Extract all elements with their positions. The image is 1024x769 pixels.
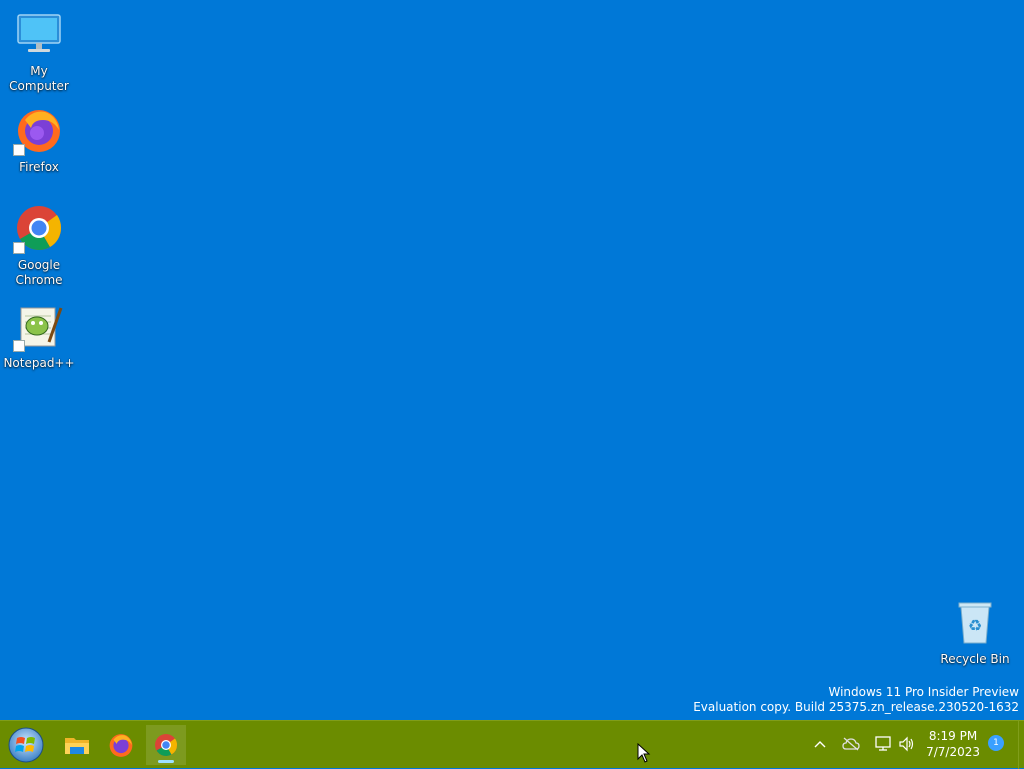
watermark-line-1: Windows 11 Pro Insider Preview [828,685,1019,699]
volume-tray-button[interactable] [897,734,917,754]
cloud-offline-icon [842,737,860,751]
chrome-icon [155,734,178,756]
desktop-icon-label: Google Chrome [15,258,63,287]
onedrive-tray-button[interactable] [841,734,861,754]
file-explorer-icon [65,738,89,754]
chevron-up-icon [814,741,826,748]
clock-time: 8:19 PM [928,729,978,743]
notification-badge[interactable]: 1 [988,735,1004,751]
computer-icon [13,8,65,60]
active-app-indicator [158,760,174,763]
windows-start-orb-icon [8,727,44,763]
desktop-icon-label: Notepad++ [3,356,75,370]
shortcut-arrow-icon [13,340,25,352]
taskbar-app-file-explorer[interactable] [57,725,97,765]
desktop-icon-my-computer[interactable]: My Computer [0,8,78,94]
desktop-icon-notepadpp[interactable]: Notepad++ [0,300,78,371]
taskbar-app-firefox[interactable] [101,725,141,765]
recycle-bin-icon: ♻ [949,596,1001,648]
show-hidden-icons-button[interactable] [810,734,830,754]
firefox-icon [109,734,133,757]
watermark-line-2: Evaluation copy. Build 25375.zn_release.… [693,700,1019,714]
show-desktop-button[interactable] [1018,721,1024,769]
mouse-cursor-icon [637,743,651,763]
volume-icon [899,736,914,752]
desktop-icon-firefox[interactable]: Firefox [0,104,78,175]
desktop-icon-label: Firefox [19,160,59,174]
os-watermark: Windows 11 Pro Insider Preview Evaluatio… [693,685,1019,715]
taskbar: 8:19 PM 7/7/2023 1 [0,720,1024,769]
desktop-icon-google-chrome[interactable]: Google Chrome [0,202,78,288]
network-icon [875,736,891,751]
network-tray-button[interactable] [873,734,893,754]
desktop-icon-label: My Computer [9,64,69,93]
desktop-icon-recycle-bin[interactable]: ♻ Recycle Bin [936,596,1014,667]
chrome-icon [13,202,65,254]
taskbar-app-google-chrome[interactable] [146,725,186,765]
start-button[interactable] [4,724,48,766]
taskbar-clock[interactable]: 8:19 PM 7/7/2023 [926,728,980,760]
notepadpp-icon [13,300,65,352]
svg-text:♻: ♻ [968,616,982,635]
desktop-icon-label: Recycle Bin [940,652,1010,666]
shortcut-arrow-icon [13,242,25,254]
clock-date: 7/7/2023 [926,745,980,759]
shortcut-arrow-icon [13,144,25,156]
firefox-icon [13,104,65,156]
